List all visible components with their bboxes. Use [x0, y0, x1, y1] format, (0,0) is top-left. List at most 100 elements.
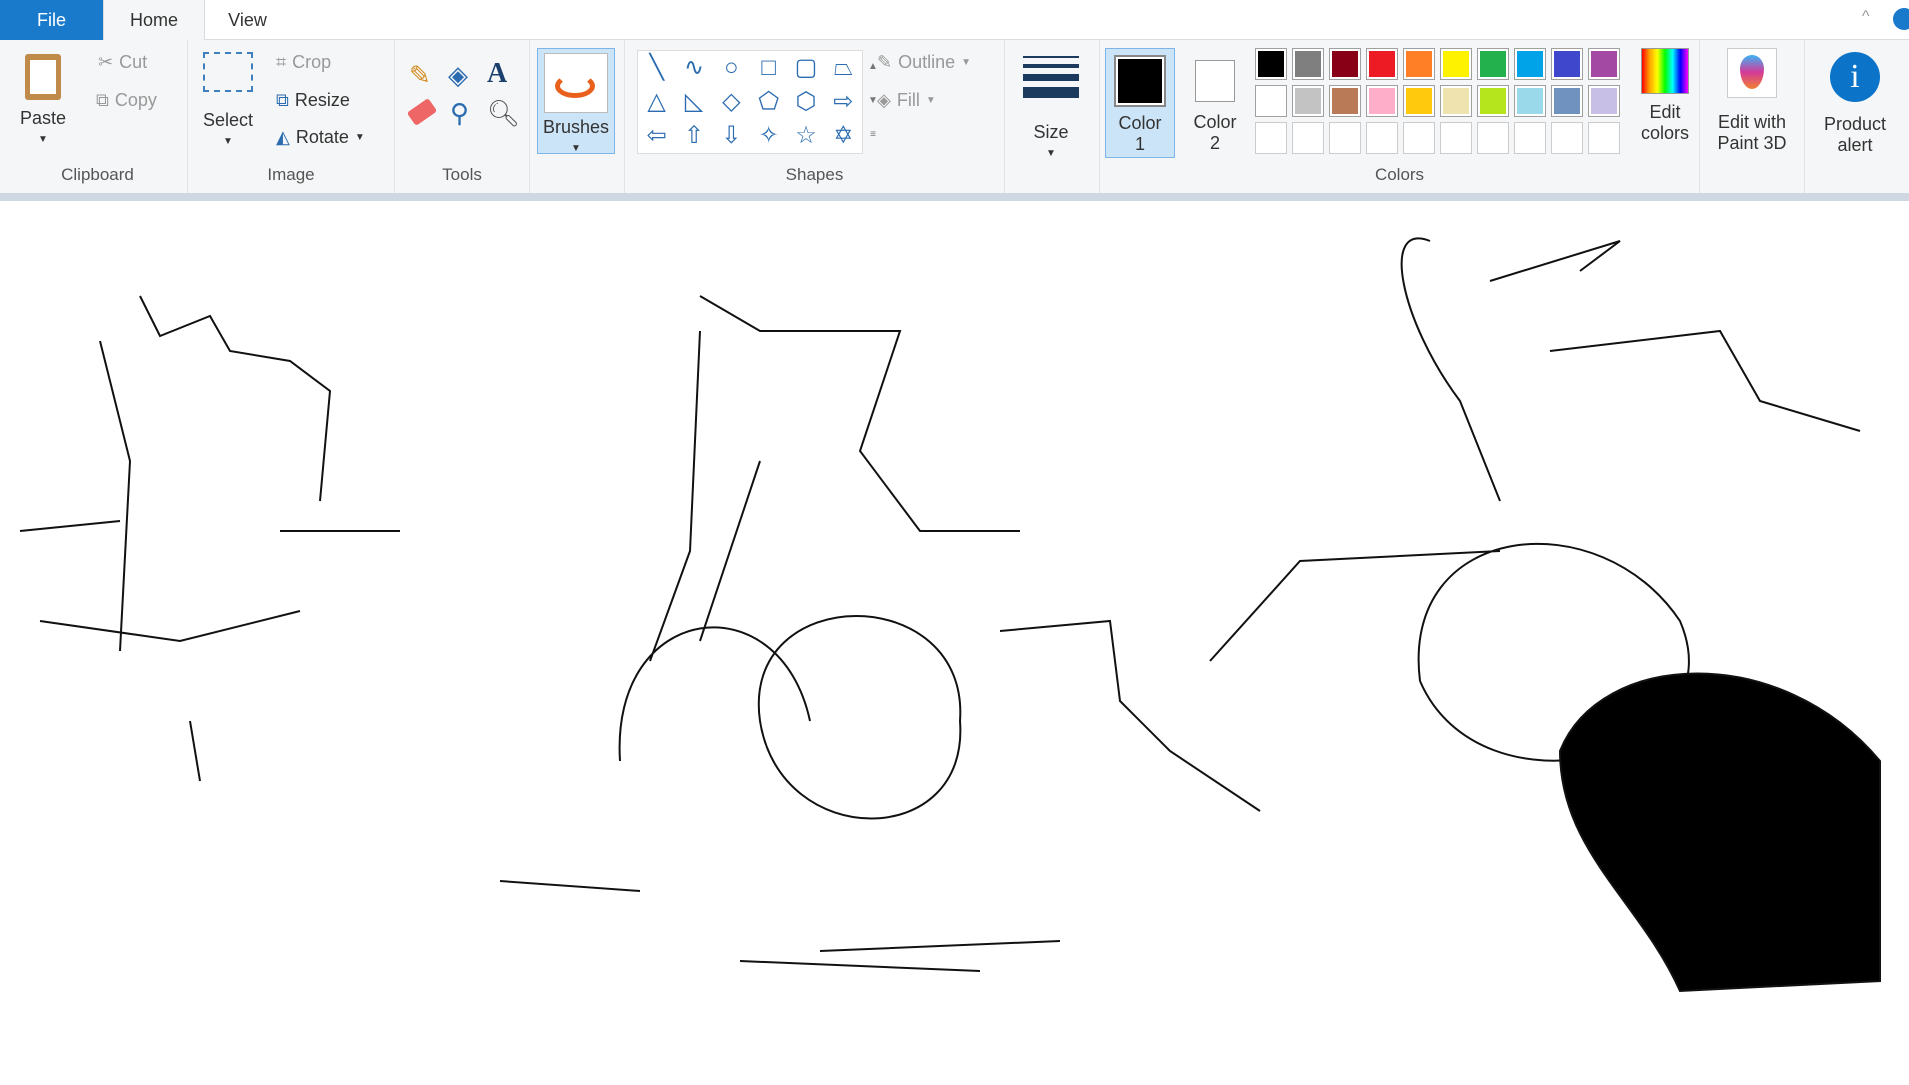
- five-point-star-shape-icon[interactable]: ☆: [787, 119, 824, 153]
- cut-label: Cut: [119, 52, 148, 72]
- color-swatch[interactable]: [1403, 48, 1435, 80]
- fill-button[interactable]: ◈ Fill ▼: [877, 90, 936, 111]
- right-triangle-shape-icon[interactable]: ◺: [675, 85, 712, 119]
- resize-button[interactable]: ⧉ Resize: [276, 90, 350, 111]
- select-icon: [203, 52, 253, 92]
- color-swatch[interactable]: [1366, 85, 1398, 117]
- sketch-figure-left: [19, 295, 400, 782]
- color-swatch[interactable]: [1477, 48, 1509, 80]
- ribbon-bottom-border: [0, 193, 1909, 201]
- color-swatch[interactable]: [1329, 85, 1361, 117]
- diamond-shape-icon[interactable]: ◇: [713, 85, 750, 119]
- down-arrow-shape-icon[interactable]: ⇩: [713, 119, 750, 153]
- color-swatch[interactable]: [1588, 48, 1620, 80]
- size-button[interactable]: Size ▼: [1023, 52, 1079, 164]
- outline-button[interactable]: ✎ Outline ▼: [877, 52, 971, 73]
- fill-icon: ◈: [877, 90, 891, 110]
- fill-bucket-icon[interactable]: ◈: [448, 60, 468, 91]
- empty-color-swatch[interactable]: [1329, 122, 1361, 154]
- clipboard-group: Paste ▼ ✂ Cut ⧉ Copy Clipboard: [8, 40, 188, 193]
- canvas[interactable]: [0, 201, 1909, 1080]
- select-button[interactable]: Select ▼: [200, 52, 256, 152]
- empty-color-swatch[interactable]: [1551, 122, 1583, 154]
- paint3d-label-1: Edit with: [1717, 112, 1787, 132]
- color-swatch[interactable]: [1514, 85, 1546, 117]
- color-swatch[interactable]: [1292, 48, 1324, 80]
- empty-color-swatch[interactable]: [1403, 122, 1435, 154]
- edit-with-paint3d-button[interactable]: Edit with Paint 3D: [1702, 48, 1802, 154]
- ribbon: Paste ▼ ✂ Cut ⧉ Copy Clipboard Select ▼ ⌗ Cro…: [0, 40, 1909, 193]
- tab-home[interactable]: Home: [103, 0, 205, 41]
- rounded-rectangle-shape-icon[interactable]: ▢: [787, 51, 824, 85]
- hexagon-shape-icon[interactable]: ⬡: [787, 85, 824, 119]
- color-swatch[interactable]: [1477, 85, 1509, 117]
- empty-color-swatch[interactable]: [1440, 122, 1472, 154]
- color-swatch[interactable]: [1551, 48, 1583, 80]
- tab-file[interactable]: File: [0, 0, 103, 40]
- up-arrow-shape-icon[interactable]: ⇧: [675, 119, 712, 153]
- crop-label: Crop: [292, 52, 332, 72]
- pencil-icon[interactable]: ✎: [409, 60, 431, 91]
- edit-colors-button[interactable]: Edit colors: [1630, 48, 1700, 144]
- right-arrow-shape-icon[interactable]: ⇨: [825, 85, 862, 119]
- shapes-group: ╲ ∿ ○ □ ▢ ⏢ △ ◺ ◇ ⬠ ⬡ ⇨ ⇦ ⇧ ⇩ ✧ ☆ ✡ ▲ ▼ ≡ ✎ Outline ▼ ◈ Fill…: [625, 40, 1005, 193]
- tab-view[interactable]: View: [205, 0, 290, 40]
- pentagon-shape-icon[interactable]: ⬠: [750, 85, 787, 119]
- eraser-icon[interactable]: [406, 97, 438, 127]
- color-swatch[interactable]: [1440, 48, 1472, 80]
- empty-color-swatch[interactable]: [1366, 122, 1398, 154]
- left-arrow-shape-icon[interactable]: ⇦: [638, 119, 675, 153]
- clipboard-group-label: Clipboard: [61, 165, 134, 184]
- color-swatch[interactable]: [1255, 48, 1287, 80]
- help-icon[interactable]: [1893, 8, 1909, 30]
- select-label: Select: [202, 110, 254, 130]
- rotate-button[interactable]: ◭ Rotate ▼: [276, 127, 365, 148]
- paint3d-icon: [1727, 48, 1777, 98]
- triangle-shape-icon[interactable]: △: [638, 85, 675, 119]
- brushes-label: Brushes: [542, 117, 610, 137]
- color1-button[interactable]: Color 1: [1105, 48, 1175, 158]
- line-shape-icon[interactable]: ╲: [638, 51, 675, 85]
- polygon-shape-icon[interactable]: ⏢: [825, 51, 862, 85]
- copy-icon: ⧉: [96, 90, 109, 110]
- four-point-star-shape-icon[interactable]: ✧: [750, 119, 787, 153]
- rectangle-shape-icon[interactable]: □: [750, 51, 787, 85]
- color2-button[interactable]: Color 2: [1180, 48, 1250, 154]
- color-swatch[interactable]: [1588, 85, 1620, 117]
- scissors-icon: ✂: [98, 52, 114, 72]
- brushes-group: Brushes ▼: [530, 40, 625, 193]
- size-group: Size ▼: [1005, 40, 1100, 193]
- outline-label: Outline: [898, 52, 956, 72]
- paste-button[interactable]: Paste ▼: [18, 50, 68, 160]
- oval-shape-icon[interactable]: ○: [713, 51, 750, 85]
- curve-shape-icon[interactable]: ∿: [675, 51, 712, 85]
- colors-group: Color 1 Color 2 Edit colors Colors: [1100, 40, 1700, 193]
- color-swatch[interactable]: [1440, 85, 1472, 117]
- color-swatch[interactable]: [1514, 48, 1546, 80]
- color-swatch[interactable]: [1551, 85, 1583, 117]
- tools-group: ✎ ◈ A ⚲ 🔍︎ Tools: [395, 40, 530, 193]
- empty-color-swatch[interactable]: [1588, 122, 1620, 154]
- text-icon[interactable]: A: [487, 58, 507, 90]
- color-swatch[interactable]: [1292, 85, 1324, 117]
- shapes-gallery[interactable]: ╲ ∿ ○ □ ▢ ⏢ △ ◺ ◇ ⬠ ⬡ ⇨ ⇦ ⇧ ⇩ ✧ ☆ ✡: [637, 50, 863, 154]
- collapse-ribbon-icon[interactable]: ^: [1862, 8, 1870, 26]
- color-swatch[interactable]: [1403, 85, 1435, 117]
- color-swatch[interactable]: [1255, 85, 1287, 117]
- color-swatch[interactable]: [1366, 48, 1398, 80]
- six-point-star-shape-icon[interactable]: ✡: [825, 119, 862, 153]
- magnifier-icon[interactable]: 🔍︎: [487, 98, 520, 129]
- cut-button[interactable]: ✂ Cut: [98, 52, 147, 73]
- sketch-figure-middle: [499, 295, 1261, 972]
- empty-color-swatch[interactable]: [1292, 122, 1324, 154]
- rotate-label: Rotate: [295, 127, 349, 147]
- copy-button[interactable]: ⧉ Copy: [96, 90, 157, 111]
- color-picker-icon[interactable]: ⚲: [450, 98, 469, 129]
- empty-color-swatch[interactable]: [1514, 122, 1546, 154]
- empty-color-swatch[interactable]: [1477, 122, 1509, 154]
- empty-color-swatch[interactable]: [1255, 122, 1287, 154]
- color-swatch[interactable]: [1329, 48, 1361, 80]
- brushes-button[interactable]: Brushes ▼: [537, 48, 615, 154]
- crop-button[interactable]: ⌗ Crop: [276, 52, 331, 73]
- product-alert-button[interactable]: i Product alert: [1805, 48, 1905, 156]
